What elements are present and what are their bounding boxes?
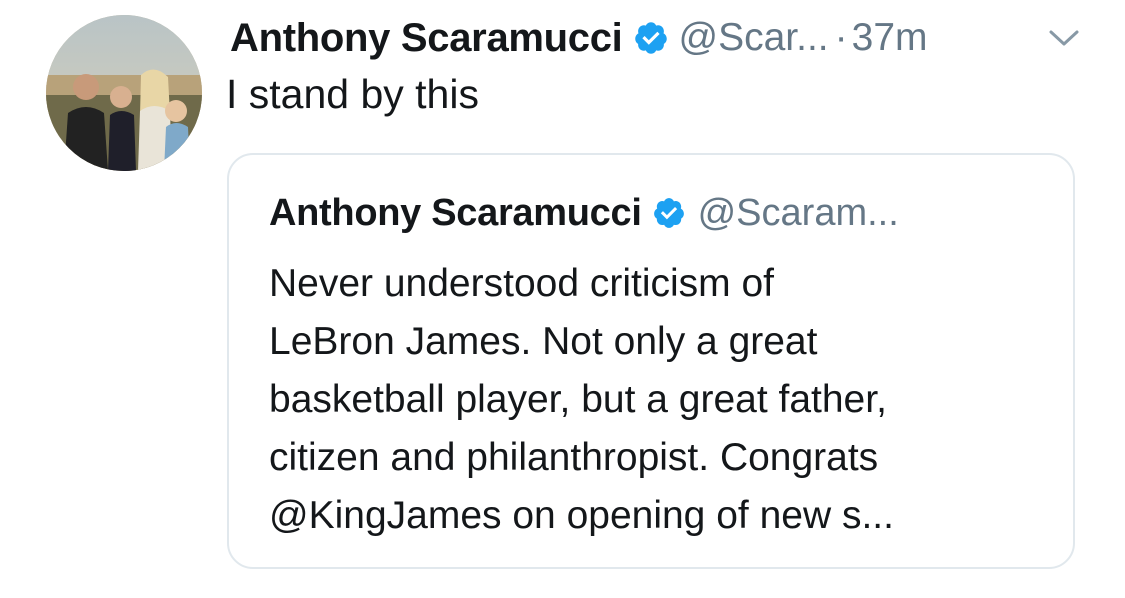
verified-badge-icon <box>652 196 686 230</box>
author-avatar[interactable] <box>46 15 202 171</box>
tweet-timestamp[interactable]: 37m <box>852 16 928 60</box>
separator-dot: · <box>834 16 848 59</box>
quoted-tweet-header: Anthony Scaramucci @Scaram... <box>269 189 899 237</box>
verified-badge-icon <box>633 20 669 56</box>
quoted-tweet-card[interactable]: Anthony Scaramucci @Scaram... Never unde… <box>227 153 1075 569</box>
quoted-tweet-text: Never understood criticism of LeBron Jam… <box>269 255 1059 545</box>
quoted-text-line: Never understood criticism of <box>269 262 775 305</box>
quoted-text-line: citizen and philanthropist. Congrats <box>269 436 879 479</box>
quoted-author-handle: @Scaram... <box>697 191 899 234</box>
tweet-text: I stand by this <box>226 71 479 117</box>
avatar-photo <box>46 15 202 171</box>
quoted-text-line: basketball player, but a great father, <box>269 378 887 421</box>
quoted-text-line: @KingJames on opening of new s... <box>269 494 894 537</box>
chevron-down-icon[interactable] <box>1047 26 1081 50</box>
author-name[interactable]: Anthony Scaramucci <box>230 16 623 61</box>
tweet-header: Anthony Scaramucci @Scar... · 37m <box>230 12 928 64</box>
quoted-author-name: Anthony Scaramucci <box>269 191 642 234</box>
quoted-text-line: LeBron James. Not only a great <box>269 320 818 363</box>
author-handle[interactable]: @Scar... <box>679 16 829 60</box>
